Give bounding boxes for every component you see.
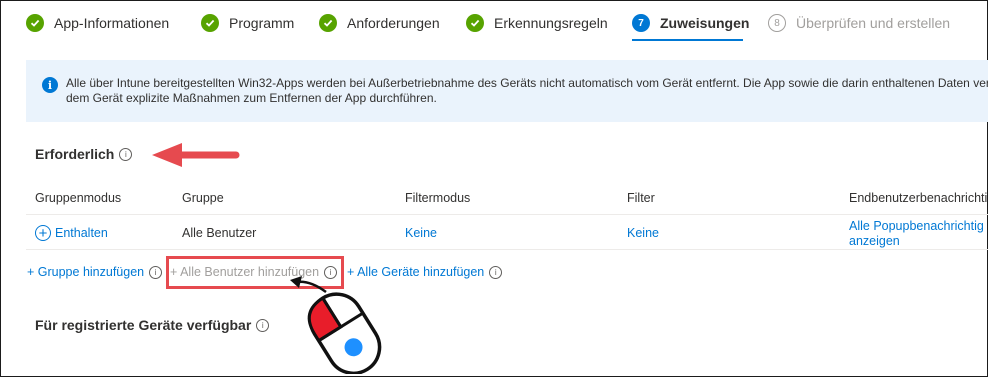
- info-circle-icon[interactable]: i: [256, 318, 270, 332]
- banner-text: Alle über Intune bereitgestellten Win32-…: [66, 76, 988, 106]
- banner-line-2: dem Gerät explizite Maßnahmen zum Entfer…: [66, 91, 437, 105]
- checkmark-icon: [26, 14, 44, 32]
- add-group-link[interactable]: + Gruppe hinzufügen i: [27, 265, 163, 279]
- checkmark-icon: [319, 14, 337, 32]
- mouse-click-icon: [290, 276, 382, 374]
- checkmark-icon: [201, 14, 219, 32]
- step-label: Programm: [229, 15, 295, 31]
- step-label: Erkennungsregeln: [494, 15, 608, 31]
- current-step-underline: [632, 39, 743, 41]
- group-cell: Alle Benutzer: [182, 226, 257, 240]
- col-gruppenmodus: Gruppenmodus: [35, 191, 122, 205]
- notification-link[interactable]: Alle Popupbenachrichtig anzeigen: [849, 219, 984, 249]
- group-mode-link[interactable]: + Enthalten: [35, 225, 108, 241]
- step-ueberpruefen[interactable]: 8 Überprüfen und erstellen: [768, 11, 950, 35]
- info-circle-icon[interactable]: i: [149, 265, 163, 279]
- info-circle-icon[interactable]: i: [489, 265, 503, 279]
- filter-mode-link[interactable]: Keine: [405, 226, 437, 240]
- info-circle-icon[interactable]: i: [119, 147, 133, 161]
- col-filter: Filter: [627, 191, 655, 205]
- add-group-label: + Gruppe hinzufügen: [27, 265, 145, 279]
- row-divider: [26, 249, 988, 250]
- info-banner: i Alle über Intune bereitgestellten Win3…: [26, 60, 988, 122]
- step-label: Zuweisungen: [660, 15, 750, 31]
- step-anforderungen[interactable]: Anforderungen: [319, 11, 440, 35]
- step-app-informationen[interactable]: App-Informationen: [26, 11, 169, 35]
- step-programm[interactable]: Programm: [201, 11, 294, 35]
- step-label: Anforderungen: [347, 15, 440, 31]
- step-zuweisungen[interactable]: 7 Zuweisungen: [632, 11, 749, 35]
- checkmark-icon: [466, 14, 484, 32]
- section-title: Für registrierte Geräte verfügbar: [35, 317, 252, 333]
- notification-line-2: anzeigen: [849, 234, 900, 248]
- step-erkennungsregeln[interactable]: Erkennungsregeln: [466, 11, 608, 35]
- filter-link[interactable]: Keine: [627, 226, 659, 240]
- group-mode-text: Enthalten: [55, 226, 108, 240]
- section-title: Erforderlich: [35, 146, 115, 162]
- annotation-arrow-icon: [152, 143, 240, 167]
- wizard-steps: App-Informationen Programm Anforderungen…: [0, 0, 988, 46]
- step-label: Überprüfen und erstellen: [796, 15, 951, 31]
- info-icon: i: [42, 77, 58, 93]
- row-divider: [26, 214, 988, 215]
- banner-line-1: Alle über Intune bereitgestellten Win32-…: [66, 76, 988, 90]
- col-filtermodus: Filtermodus: [405, 191, 471, 205]
- section-required-heading: Erforderlich i: [35, 146, 133, 162]
- add-circle-icon: +: [35, 225, 51, 241]
- step-label: App-Informationen: [54, 15, 170, 31]
- col-endbenutzerbenachrichtigungen: Endbenutzerbenachrichti: [849, 191, 988, 205]
- step-number: 7: [632, 14, 650, 32]
- section-available-heading: Für registrierte Geräte verfügbar i: [35, 317, 270, 333]
- step-number: 8: [768, 14, 786, 32]
- col-gruppe: Gruppe: [182, 191, 224, 205]
- notification-line-1: Alle Popupbenachrichtig: [849, 219, 984, 233]
